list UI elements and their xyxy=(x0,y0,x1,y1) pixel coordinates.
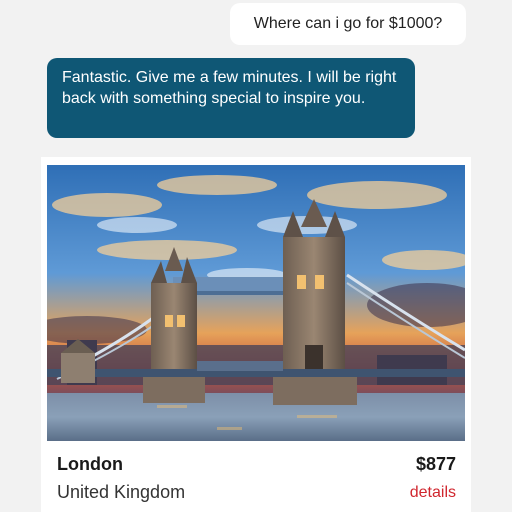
destination-price: $877 xyxy=(415,454,456,474)
destination-country: United Kingdom xyxy=(57,482,186,502)
bot-message-bubble: Fantastic. Give me a few minutes. I will… xyxy=(47,58,415,138)
destination-city: London xyxy=(57,454,123,474)
user-message-bubble: Where can i go for $1000? xyxy=(230,3,466,45)
destination-photo[interactable] xyxy=(47,165,465,441)
details-link[interactable]: details xyxy=(410,484,456,502)
bot-message-text: Fantastic. Give me a few minutes. I will… xyxy=(62,69,397,107)
user-message-text: Where can i go for $1000? xyxy=(253,15,443,32)
tower-bridge-image xyxy=(47,165,465,441)
destination-card[interactable]: London United Kingdom $877 details xyxy=(41,157,471,512)
